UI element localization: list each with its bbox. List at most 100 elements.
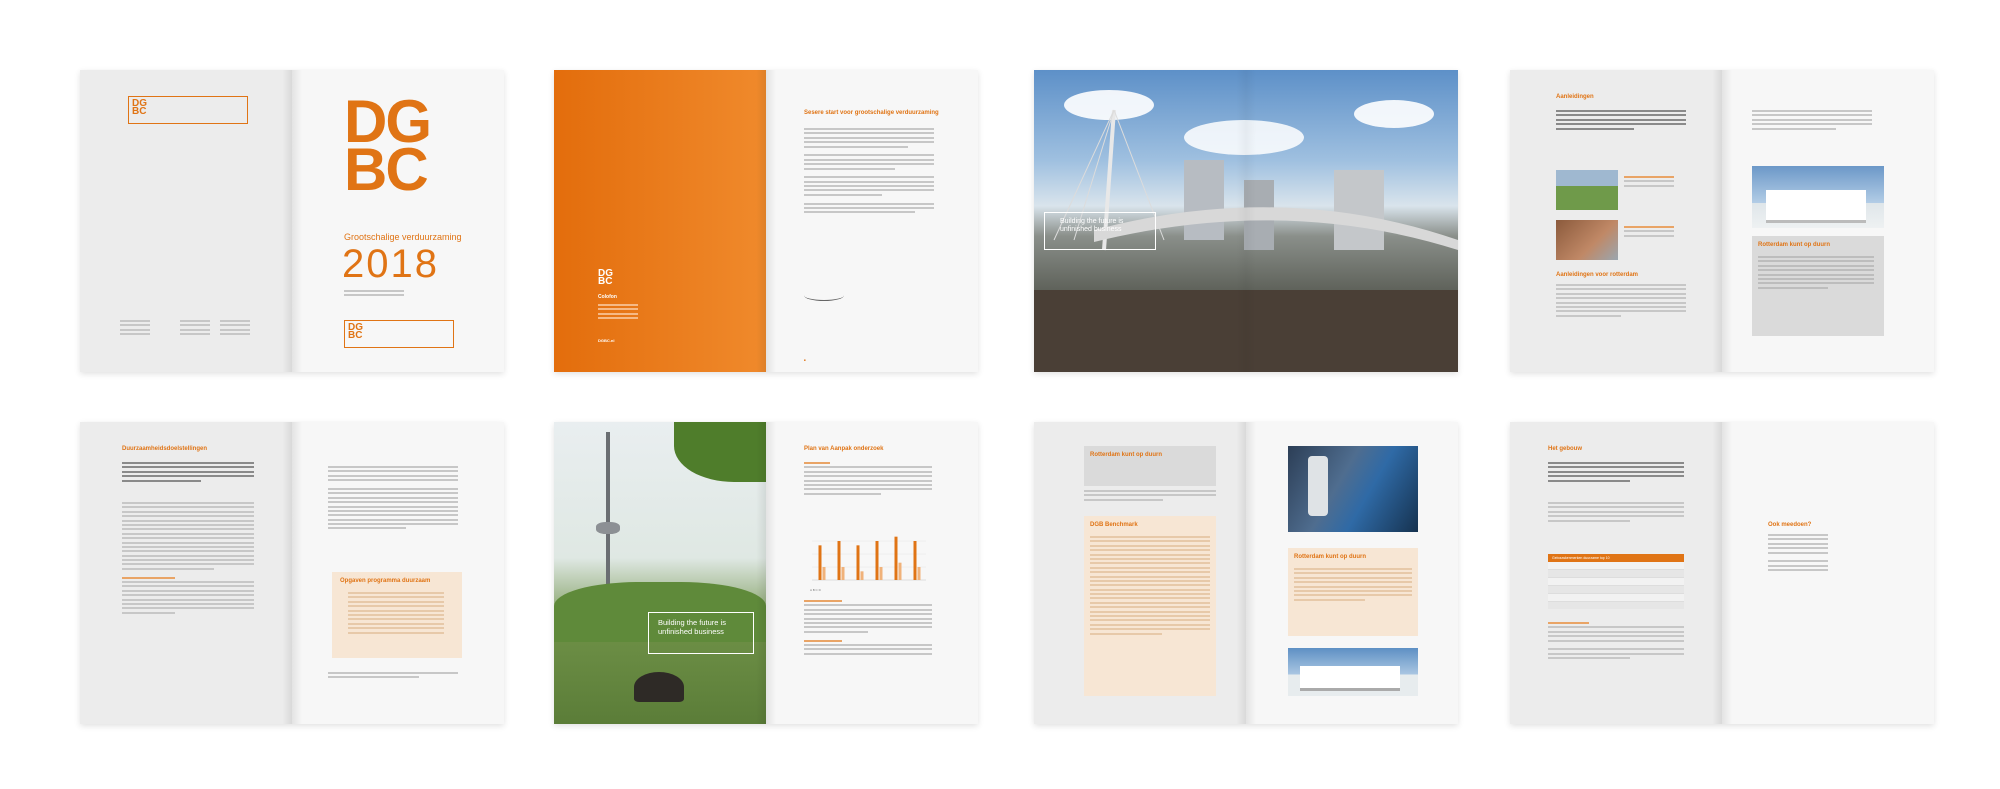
aanleiding-heading: Aanleidingen: [1556, 94, 1594, 100]
spread-benchmark[interactable]: Rotterdam kunt op duurn DGB Benchmark Ro…: [1034, 422, 1458, 724]
duurzaam-closing: [328, 672, 458, 681]
address-block: [120, 320, 150, 338]
chart-bar: [841, 567, 845, 580]
rotterdam-box-heading: Rotterdam kunt op duurn: [1090, 452, 1162, 458]
colophon-url: DGBC.nl: [598, 338, 615, 343]
aanpak-heading: Plan van Aanpak onderzoek: [804, 446, 884, 452]
aanpak-doel: [804, 462, 932, 497]
benchmark-body: [1090, 536, 1210, 637]
chart-bar: [837, 541, 841, 580]
gebouw-page: Het gebouw Gebouwkenmerken duurzame top …: [1510, 422, 1722, 724]
colophon-logo-bottom: BC: [598, 276, 613, 287]
spread-photo-erasmus[interactable]: Building the future is unfinished busine…: [1034, 70, 1458, 372]
table-header: Gebouwkenmerken duurzame top 10: [1548, 554, 1684, 562]
address-block-3: [220, 320, 250, 338]
gebouw-right-page: Ook meedoen?: [1722, 422, 1934, 724]
cover-subtitle: Grootschalige verduurzaming: [344, 232, 462, 242]
terminal-building: [1766, 190, 1866, 223]
charging-station-photo: [1288, 446, 1418, 532]
gutter: [1712, 70, 1732, 372]
spread-duurzaamheid[interactable]: Duurzaamheidsdoelstellingen Opgaven prog…: [80, 422, 504, 724]
rotterdam-box-text: [1084, 490, 1216, 503]
aanleiding-right-page: Rotterdam kunt op duurn: [1722, 70, 1934, 372]
intro-body: [804, 128, 934, 216]
colophon-page: DG BC Colofon DGBC.nl: [554, 70, 766, 372]
aanpak-body: [804, 600, 932, 657]
intro-page: Sesere start voor grootschalige verduurz…: [766, 70, 978, 372]
cover-page: DG BC Grootschalige verduurzaming 2018 D…: [292, 70, 504, 372]
duurzaam-right-body: [328, 466, 458, 532]
photo-caption-2: [1624, 226, 1674, 239]
table-row: [1548, 586, 1684, 594]
gebouw-side-text: [1768, 534, 1828, 574]
inside-cover-page: DG BC: [80, 70, 292, 372]
signature: [804, 290, 844, 301]
gebouw-table: Gebouwkenmerken duurzame top 10: [1548, 554, 1684, 609]
chart-bar: [856, 545, 860, 580]
legend-c: C: [815, 588, 818, 592]
duurzaam-body: [122, 502, 254, 616]
info-box-heading: Rotterdam kunt op duurn: [1758, 242, 1830, 248]
benchmark-right-page: Rotterdam kunt op duurn: [1246, 422, 1458, 724]
spread-plan-van-aanpak[interactable]: Building the future is unfinished busine…: [554, 422, 978, 724]
chart-bar: [913, 541, 917, 580]
page-footer: ■: [804, 358, 806, 362]
euromast-photo-page: Building the future is unfinished busine…: [554, 422, 766, 724]
aanpak-page: Plan van Aanpak onderzoek A B C D: [766, 422, 978, 724]
chart-bar: [898, 562, 902, 580]
charger: [1308, 456, 1328, 516]
spread-colophon[interactable]: DG BC Colofon DGBC.nl Sesere start voor …: [554, 70, 978, 372]
cover-year: 2018: [342, 242, 439, 286]
info-box-text: [1758, 256, 1874, 291]
chart-bar: [822, 567, 826, 580]
duurzaam-intro: [122, 462, 254, 484]
logo-bc-text: BC: [344, 136, 429, 203]
aanleiding-body: [1556, 284, 1686, 319]
intro-heading: Sesere start voor grootschalige verduurz…: [804, 110, 939, 116]
program-box-list: [348, 592, 444, 636]
benchmark-heading: DGB Benchmark: [1090, 522, 1138, 528]
euromast-crow-nest: [596, 522, 620, 534]
aanleiding-right-text: [1752, 110, 1872, 132]
duurzaam-heading: Duurzaamheidsdoelstellingen: [122, 446, 208, 452]
rotterdam-box-2-text: [1294, 568, 1412, 603]
gebouw-heading: Het gebouw: [1548, 446, 1582, 452]
aanleiding-intro: [1556, 110, 1686, 132]
gutter: [282, 422, 302, 724]
cover-meta: [344, 290, 404, 299]
chart-bar: [917, 567, 921, 580]
chart-bar: [879, 567, 883, 580]
gutter: [1236, 70, 1256, 372]
table-row: [1548, 602, 1684, 609]
chart-bar: [818, 545, 822, 580]
photo-quote: Building the future is unfinished busine…: [1060, 218, 1124, 233]
colophon-logo: DG BC: [598, 269, 613, 287]
people-on-grass: [634, 672, 684, 702]
euromast-tower: [606, 432, 610, 602]
chart-bar: [894, 536, 898, 580]
aanleiding-page: Aanleidingen Aanleidingen voor rotterdam: [1510, 70, 1722, 372]
aanpak-bar-chart: [812, 536, 926, 581]
photo-quote-2: Building the future is unfinished busine…: [658, 618, 726, 636]
gebouw-intro: [1548, 462, 1684, 484]
gutter: [282, 70, 302, 372]
building-photo: [1556, 220, 1618, 260]
gebouw-body: [1548, 502, 1684, 524]
gebouw-closing: [1548, 622, 1684, 662]
spread-het-gebouw[interactable]: Het gebouw Gebouwkenmerken duurzame top …: [1510, 422, 1934, 724]
benchmark-page: Rotterdam kunt op duurn DGB Benchmark: [1034, 422, 1246, 724]
cover-logo: DG BC: [344, 92, 432, 200]
photo-caption: [1624, 176, 1674, 189]
chart-bar: [860, 571, 864, 580]
spread-aanleidingen[interactable]: Aanleidingen Aanleidingen voor rotterdam…: [1510, 70, 1934, 372]
table-row: [1548, 594, 1684, 602]
table-row: [1548, 570, 1684, 578]
cover-logo-small: DG BC: [348, 322, 363, 341]
spread-cover[interactable]: DG BC DG BC Grootschalige verduurzaming 2…: [80, 70, 504, 372]
field-photo: [1556, 170, 1618, 210]
duurzaam-page: Duurzaamheidsdoelstellingen: [80, 422, 292, 724]
legend-d: D: [818, 588, 821, 592]
chart-legend: A B C D: [810, 588, 821, 592]
legend-a: A: [810, 588, 812, 592]
chart-bar: [875, 541, 879, 580]
